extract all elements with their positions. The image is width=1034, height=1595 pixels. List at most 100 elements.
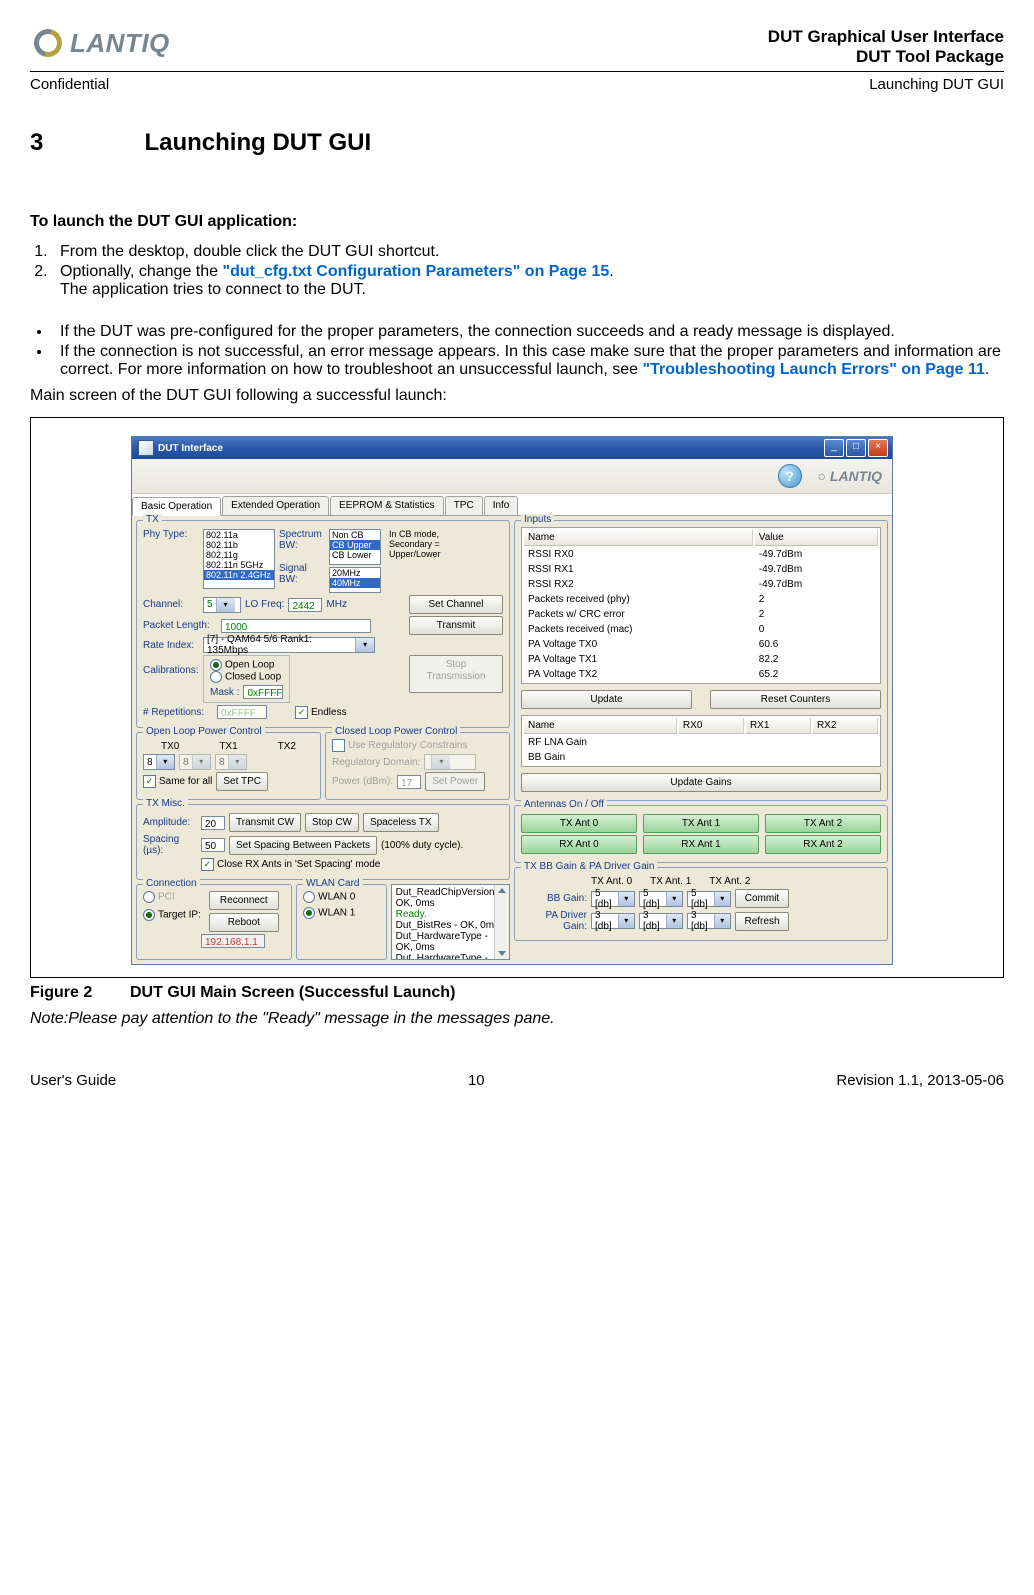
tx2-combo[interactable]: 8▾ [215, 754, 247, 770]
target-ip-radio[interactable]: Target IP: [143, 909, 201, 921]
target-ip-input[interactable]: 192.168.1.1 [201, 934, 265, 948]
repetitions-label: # Repetitions: [143, 707, 213, 718]
rate-index-combo[interactable]: [7] - QAM64 5/6 Rank1: 135Mbps▾ [203, 637, 375, 653]
figure-number: Figure 2 [30, 984, 130, 1002]
update-button[interactable]: Update [521, 690, 692, 709]
breadcrumb: Launching DUT GUI [869, 76, 1004, 93]
commit-button[interactable]: Commit [735, 889, 789, 908]
tx1-combo[interactable]: 8▾ [179, 754, 211, 770]
header-titles: DUT Graphical User Interface DUT Tool Pa… [768, 27, 1004, 67]
txant0-header: TX Ant. 0 [591, 876, 632, 887]
tx0-combo[interactable]: 8▾ [143, 754, 175, 770]
transmit-button[interactable]: Transmit [409, 616, 503, 635]
pci-radio[interactable]: PCI [143, 891, 201, 903]
tab-extended-operation[interactable]: Extended Operation [222, 496, 329, 515]
rx-ant-0-button[interactable]: RX Ant 0 [521, 835, 637, 854]
repetitions-input[interactable]: 0xFFFF [217, 705, 267, 719]
close-button[interactable]: × [868, 439, 888, 457]
tx-legend: TX [143, 514, 162, 525]
endless-checkbox[interactable]: Endless [295, 706, 347, 719]
tab-eeprom-statistics[interactable]: EEPROM & Statistics [330, 496, 444, 515]
spaceless-tx-button[interactable]: Spaceless TX [363, 813, 439, 832]
minimize-button[interactable]: _ [824, 439, 844, 457]
maximize-button[interactable]: □ [846, 439, 866, 457]
amplitude-input[interactable]: 20 [201, 816, 225, 830]
pa-gain-2-combo[interactable]: 3 [db]▾ [687, 913, 731, 929]
bb-gain-group: TX BB Gain & PA Driver Gain TX Ant. 0 TX… [514, 867, 888, 941]
step-2-link[interactable]: "dut_cfg.txt Configuration Parameters" o… [222, 263, 609, 280]
wlan0-radio[interactable]: WLAN 0 [303, 891, 380, 903]
packet-length-label: Packet Length: [143, 620, 217, 631]
pa-gain-0-combo[interactable]: 3 [db]▾ [591, 913, 635, 929]
stop-transmission-button[interactable]: Stop Transmission [409, 655, 503, 693]
refresh-button[interactable]: Refresh [735, 912, 789, 931]
set-spacing-button[interactable]: Set Spacing Between Packets [229, 836, 377, 855]
transmit-cw-button[interactable]: Transmit CW [229, 813, 301, 832]
figure-title: DUT GUI Main Screen (Successful Launch) [130, 984, 455, 1001]
bb-gain-2-combo[interactable]: 5 [db]▾ [687, 891, 731, 907]
set-tpc-button[interactable]: Set TPC [216, 772, 268, 791]
page-footer: User's Guide 10 Revision 1.1, 2013-05-06 [30, 1072, 1004, 1089]
tab-tpc[interactable]: TPC [445, 496, 483, 515]
rx-ant-1-button[interactable]: RX Ant 1 [643, 835, 759, 854]
logo-text: LANTIQ [70, 28, 170, 59]
packet-length-input[interactable]: 1000 [221, 619, 371, 633]
tab-row: Basic Operation Extended Operation EEPRO… [132, 494, 892, 516]
signal-bw-list[interactable]: 20MHz 40MHz [329, 567, 381, 593]
wlan1-radio[interactable]: WLAN 1 [303, 907, 380, 919]
stop-cw-button[interactable]: Stop CW [305, 813, 359, 832]
bullet-2-link[interactable]: "Troubleshooting Launch Errors" on Page … [643, 361, 985, 378]
closed-loop-radio[interactable]: Closed Loop [210, 671, 283, 683]
power-dbm-input[interactable]: 17 [397, 775, 421, 789]
use-regulatory-checkbox[interactable]: Use Regulatory Constrains [332, 739, 503, 752]
tx-misc-group: TX Misc. Amplitude: 20 Transmit CW Stop … [136, 804, 510, 880]
scrollbar[interactable] [494, 885, 509, 959]
wlan-legend: WLAN Card [303, 878, 362, 889]
reg-domain-label: Regulatory Domain: [332, 757, 420, 768]
reboot-button[interactable]: Reboot [209, 913, 279, 932]
set-channel-button[interactable]: Set Channel [409, 595, 503, 614]
step-2-text-a: Optionally, change the [60, 263, 222, 280]
inputs-table: NameValue RSSI RX0-49.7dBm RSSI RX1-49.7… [521, 527, 881, 684]
lo-freq-input[interactable]: 2442 [288, 598, 322, 612]
spectrum-bw-list[interactable]: Non CB CB Upper CB Lower [329, 529, 381, 565]
messages-pane[interactable]: Dut_ReadChipVersion - OK, 0ms Ready. Dut… [391, 884, 510, 960]
launch-subheading: To launch the DUT GUI application: [30, 213, 1004, 231]
bb-gain-1-combo[interactable]: 5 [db]▾ [639, 891, 683, 907]
phy-type-list[interactable]: 802.11a 802.11b 802.11g 802.11n 5GHz 802… [203, 529, 275, 589]
reg-domain-combo[interactable]: ▾ [424, 754, 476, 770]
tab-info[interactable]: Info [484, 496, 519, 515]
tx-ant-0-button[interactable]: TX Ant 0 [521, 814, 637, 833]
spectrum-bw-label: Spectrum BW: [279, 529, 325, 551]
channel-combo[interactable]: 5▾ [203, 597, 241, 613]
pa-driver-gain-label: PA Driver Gain: [521, 910, 587, 932]
close-rx-checkbox[interactable]: Close RX Ants in 'Set Spacing' mode [201, 858, 380, 871]
pa-gain-1-combo[interactable]: 3 [db]▾ [639, 913, 683, 929]
set-power-button[interactable]: Set Power [425, 772, 485, 791]
phy-type-label: Phy Type: [143, 529, 199, 540]
reconnect-button[interactable]: Reconnect [209, 891, 279, 910]
rate-index-label: Rate Index: [143, 640, 199, 651]
bullet-2: If the connection is not successful, an … [52, 343, 1004, 379]
antennas-legend: Antennas On / Off [521, 799, 607, 810]
open-loop-radio[interactable]: Open Loop [210, 659, 283, 671]
mask-input[interactable]: 0xFFFF [243, 685, 283, 699]
table-row: RSSI RX2-49.7dBm [524, 578, 878, 591]
top-strip: ? ○ LANTIQ [132, 459, 892, 494]
spacing-input[interactable]: 50 [201, 838, 225, 852]
rx-ant-2-button[interactable]: RX Ant 2 [765, 835, 881, 854]
update-gains-button[interactable]: Update Gains [521, 773, 881, 792]
dut-window: DUT Interface _ □ × ? ○ LANTIQ Basic Ope… [131, 436, 893, 965]
table-row: RSSI RX1-49.7dBm [524, 563, 878, 576]
tx-ant-2-button[interactable]: TX Ant 2 [765, 814, 881, 833]
step-1: From the desktop, double click the DUT G… [52, 243, 1004, 261]
duty-label: (100% duty cycle). [381, 840, 463, 851]
table-row: Packets received (mac)0 [524, 623, 878, 636]
note-label: Note: [30, 1010, 68, 1027]
connection-group: Connection PCI Target IP: Reconnect Rebo… [136, 884, 292, 960]
tx-ant-1-button[interactable]: TX Ant 1 [643, 814, 759, 833]
reset-counters-button[interactable]: Reset Counters [710, 690, 881, 709]
same-for-all-checkbox[interactable]: Same for all [143, 775, 212, 788]
help-icon[interactable]: ? [778, 464, 802, 488]
bb-gain-0-combo[interactable]: 5 [db]▾ [591, 891, 635, 907]
